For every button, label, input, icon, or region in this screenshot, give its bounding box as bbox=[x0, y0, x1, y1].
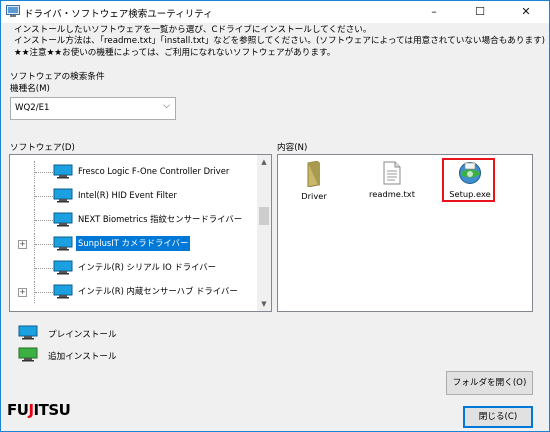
scroll-down-icon[interactable]: ▼ bbox=[257, 297, 271, 311]
minimize-button[interactable]: – bbox=[411, 1, 457, 23]
close-button[interactable]: 閉じる(C) bbox=[463, 406, 533, 428]
scroll-up-icon[interactable]: ▲ bbox=[257, 155, 271, 169]
tree-item-selected[interactable]: + SunplusIT カメラドライバー bbox=[10, 233, 270, 255]
instruction-line-1: インストールしたいソフトウェアを一覧から選び、Cドライブにインストールしてくださ… bbox=[14, 25, 372, 35]
expand-icon[interactable]: + bbox=[18, 240, 27, 249]
model-name-label: 機種名(M) bbox=[10, 84, 50, 94]
tree-item-label: NEXT Biometrics 指紋センサードライバー bbox=[78, 214, 243, 224]
app-icon bbox=[6, 5, 20, 17]
minimize-icon: – bbox=[431, 5, 437, 18]
tree-item-label: SunplusIT カメラドライバー bbox=[76, 236, 191, 251]
preinstall-icon bbox=[53, 212, 73, 227]
model-select-value: WQ2/E1 bbox=[15, 103, 50, 113]
search-conditions-label: ソフトウェアの検索条件 bbox=[10, 72, 105, 82]
tree-item[interactable]: NEXT Biometrics 指紋センサードライバー bbox=[10, 209, 270, 231]
additional-legend-label: 追加インストール bbox=[48, 352, 117, 362]
preinstall-legend-icon bbox=[18, 325, 38, 340]
folder-icon bbox=[307, 160, 320, 188]
preinstall-icon bbox=[53, 188, 73, 203]
chevron-down-icon: ⌵ bbox=[163, 101, 170, 111]
contents-label: 内容(N) bbox=[277, 143, 308, 153]
tree-item-label: Intel(R) HID Event Filter bbox=[78, 190, 177, 200]
highlight-box bbox=[442, 158, 495, 202]
scrollbar-thumb[interactable] bbox=[259, 207, 269, 225]
maximize-icon: ☐ bbox=[475, 5, 485, 18]
model-select[interactable]: WQ2/E1 ⌵ bbox=[10, 97, 176, 120]
instruction-line-2: インストール方法は、「readme.txt」「install.txt」などを参照… bbox=[14, 36, 546, 47]
file-name: Driver bbox=[301, 191, 327, 201]
tree-item-label: インテル(R) 内蔵センサーハブ ドライバー bbox=[78, 286, 238, 296]
open-folder-button[interactable]: フォルダを開く(O) bbox=[446, 371, 533, 395]
file-item[interactable]: Driver bbox=[284, 160, 344, 201]
file-name: readme.txt bbox=[369, 189, 415, 199]
tree-item-label: インテル(R) シリアル IO ドライバー bbox=[78, 262, 217, 272]
file-item[interactable]: readme.txt bbox=[362, 161, 422, 199]
fujitsu-logo: FUJITSU bbox=[7, 401, 71, 419]
app-window: ドライバ・ソフトウェア検索ユーティリティ – ☐ ✕ インストールしたいソフトウ… bbox=[0, 0, 550, 432]
expand-icon[interactable]: + bbox=[18, 288, 27, 297]
tree-item[interactable]: インテル(R) シリアル IO ドライバー bbox=[10, 257, 270, 279]
tree-item[interactable]: Fresco Logic F-One Controller Driver bbox=[10, 161, 270, 183]
maximize-button[interactable]: ☐ bbox=[457, 1, 503, 23]
preinstall-icon bbox=[53, 236, 73, 251]
tree-item[interactable]: Intel(R) HID Event Filter bbox=[10, 185, 270, 207]
preinstall-icon bbox=[53, 284, 73, 299]
window-title: ドライバ・ソフトウェア検索ユーティリティ bbox=[24, 9, 213, 20]
software-label: ソフトウェア(D) bbox=[10, 143, 75, 153]
preinstall-icon bbox=[53, 164, 73, 179]
tree-scrollbar[interactable]: ▲ ▼ bbox=[257, 155, 271, 311]
preinstall-legend-label: プレインストール bbox=[48, 330, 117, 340]
preinstall-icon bbox=[53, 260, 73, 275]
instructions: インストールしたいソフトウェアを一覧から選び、Cドライブにインストールしてくださ… bbox=[14, 25, 545, 59]
close-icon: ✕ bbox=[521, 5, 531, 18]
tree-item[interactable]: + インテル(R) 内蔵センサーハブ ドライバー bbox=[10, 281, 270, 303]
warning-line: ★★注意★★お使いの機種によっては、ご利用になれないソフトウェアがあります。 bbox=[14, 47, 336, 58]
additional-legend-icon bbox=[18, 347, 38, 362]
software-tree[interactable]: Fresco Logic F-One Controller Driver Int… bbox=[9, 154, 272, 312]
text-file-icon bbox=[383, 161, 401, 185]
tree-item-label: Fresco Logic F-One Controller Driver bbox=[78, 166, 230, 176]
close-window-button[interactable]: ✕ bbox=[503, 1, 549, 23]
title-bar[interactable]: ドライバ・ソフトウェア検索ユーティリティ – ☐ ✕ bbox=[1, 1, 549, 23]
